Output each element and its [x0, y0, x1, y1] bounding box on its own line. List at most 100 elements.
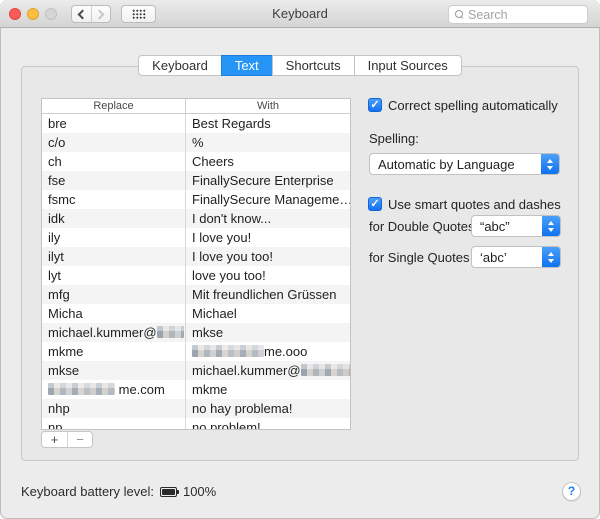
table-cell[interactable]: mfg	[42, 285, 186, 304]
table-cell[interactable]: Michael	[186, 304, 350, 323]
chevron-up-icon	[547, 158, 553, 163]
table-cell[interactable]: I don't know...	[186, 209, 350, 228]
table-cell[interactable]: mkme	[186, 380, 350, 399]
back-button[interactable]	[72, 6, 91, 22]
stepper-arrows-icon	[541, 154, 559, 174]
battery-icon	[159, 486, 180, 497]
close-button[interactable]	[9, 8, 21, 20]
single-quotes-select[interactable]: ‘abc’	[471, 246, 561, 268]
table-row[interactable]: mkme me.ooo	[42, 342, 350, 361]
smart-quotes-checkbox[interactable]: ✓	[368, 197, 382, 211]
table-cell[interactable]: ily	[42, 228, 186, 247]
list-edit-controls: + −	[41, 431, 93, 448]
table-cell[interactable]: FinallySecure Manageme…	[186, 190, 350, 209]
traffic-lights	[9, 8, 57, 20]
table-cell[interactable]: FinallySecure Enterprise	[186, 171, 350, 190]
battery-label: Keyboard battery level:	[21, 484, 154, 499]
table-row[interactable]: idk I don't know...	[42, 209, 350, 228]
stepper-arrows-icon	[542, 247, 560, 267]
table-cell[interactable]: mkme	[42, 342, 186, 361]
grid-icon	[131, 8, 146, 20]
redacted-text	[156, 326, 184, 338]
tab-keyboard[interactable]: Keyboard	[138, 55, 222, 76]
table-cell[interactable]: mkse	[42, 361, 186, 380]
table-cell[interactable]: fse	[42, 171, 186, 190]
table-cell[interactable]: Mit freundlichen Grüssen	[186, 285, 350, 304]
table-row[interactable]: mkse michael.kummer@	[42, 361, 350, 380]
table-row[interactable]: bre Best Regards	[42, 114, 350, 133]
table-header: Replace With	[42, 99, 350, 114]
add-replacement-button[interactable]: +	[42, 432, 67, 447]
table-row[interactable]: c/o%	[42, 133, 350, 152]
table-cell[interactable]: me.com	[42, 380, 186, 399]
chevron-up-icon	[548, 251, 554, 256]
table-cell[interactable]: ch	[42, 152, 186, 171]
table-cell[interactable]: lyt	[42, 266, 186, 285]
table-rows: bre Best Regards c/o% ch Cheers fse FinallySec…	[42, 114, 350, 429]
table-cell[interactable]: mkse	[186, 323, 350, 342]
table-cell[interactable]: love you too!	[186, 266, 350, 285]
table-cell[interactable]: Cheers	[186, 152, 350, 171]
table-row[interactable]: ily I love you!	[42, 228, 350, 247]
correct-spelling-checkbox-row: ✓ Correct spelling automatically	[368, 97, 558, 113]
table-cell[interactable]: fsmc	[42, 190, 186, 209]
table-row[interactable]: nhp no hay problema!	[42, 399, 350, 418]
forward-button	[90, 6, 111, 22]
table-cell[interactable]: nhp	[42, 399, 186, 418]
double-quotes-select-value: “abc”	[480, 218, 510, 234]
minimize-button[interactable]	[27, 8, 39, 20]
table-row[interactable]: fsmc FinallySecure Manageme…	[42, 190, 350, 209]
table-row[interactable]: me.com mkme	[42, 380, 350, 399]
tab-bar: Keyboard Text Shortcuts Input Sources	[0, 55, 600, 76]
table-row[interactable]: fse FinallySecure Enterprise	[42, 171, 350, 190]
checkmark-icon: ✓	[370, 99, 380, 111]
column-header-with[interactable]: With	[186, 99, 350, 113]
table-cell[interactable]: no hay problema!	[186, 399, 350, 418]
zoom-button-disabled	[45, 8, 57, 20]
help-button[interactable]: ?	[562, 482, 581, 501]
battery-status: Keyboard battery level: 100%	[21, 484, 216, 499]
tab-input-sources[interactable]: Input Sources	[353, 55, 462, 76]
table-cell[interactable]: I love you too!	[186, 247, 350, 266]
table-cell[interactable]: me.ooo	[186, 342, 350, 361]
table-cell[interactable]: Best Regards	[186, 114, 350, 133]
smart-quotes-label: Use smart quotes and dashes	[388, 196, 561, 212]
table-cell[interactable]: michael.kummer@	[42, 323, 186, 342]
chevron-up-icon	[548, 220, 554, 225]
table-row[interactable]: ch Cheers	[42, 152, 350, 171]
spelling-select[interactable]: Automatic by Language	[369, 153, 560, 175]
table-row[interactable]: np no problem!	[42, 418, 350, 429]
double-quotes-select[interactable]: “abc”	[471, 215, 561, 237]
redacted-text	[48, 383, 115, 395]
double-quotes-label: for Double Quotes	[369, 219, 475, 234]
battery-level: 100%	[182, 484, 217, 499]
table-row[interactable]: michael.kummer@ mkse	[42, 323, 350, 342]
table-cell[interactable]: np	[42, 418, 186, 429]
checkmark-icon: ✓	[370, 198, 380, 210]
tab-shortcuts[interactable]: Shortcuts	[271, 55, 355, 76]
remove-replacement-button[interactable]: −	[67, 432, 92, 447]
table-cell[interactable]: c/o	[42, 133, 186, 152]
table-row[interactable]: mfg Mit freundlichen Grüssen	[42, 285, 350, 304]
show-all-button[interactable]	[121, 5, 156, 23]
table-row[interactable]: Micha Michael	[42, 304, 350, 323]
table-cell[interactable]: Micha	[42, 304, 186, 323]
table-cell[interactable]: %	[186, 133, 350, 152]
table-cell[interactable]: ilyt	[42, 247, 186, 266]
table-cell[interactable]: michael.kummer@	[186, 361, 350, 380]
column-header-replace[interactable]: Replace	[42, 99, 186, 113]
keyboard-preferences-window: Keyboard KeyboardTextShortcutsInput Sour…	[0, 0, 600, 519]
table-cell[interactable]: idk	[42, 209, 186, 228]
search-input[interactable]	[468, 7, 581, 22]
correct-spelling-checkbox[interactable]: ✓	[368, 98, 382, 112]
search-field[interactable]	[448, 5, 588, 24]
text-settings-panel: Replace With bre Best Regards c/o% ch Cheers…	[21, 66, 579, 461]
table-row[interactable]: lyt love you too!	[42, 266, 350, 285]
chevron-right-icon	[94, 9, 105, 19]
tab-text[interactable]: Text	[220, 55, 273, 76]
table-cell[interactable]: bre	[42, 114, 186, 133]
table-cell[interactable]: I love you!	[186, 228, 350, 247]
table-cell[interactable]: no problem!	[186, 418, 350, 429]
table-row[interactable]: ilyt I love you too!	[42, 247, 350, 266]
smart-quotes-checkbox-row: ✓ Use smart quotes and dashes	[368, 196, 561, 212]
